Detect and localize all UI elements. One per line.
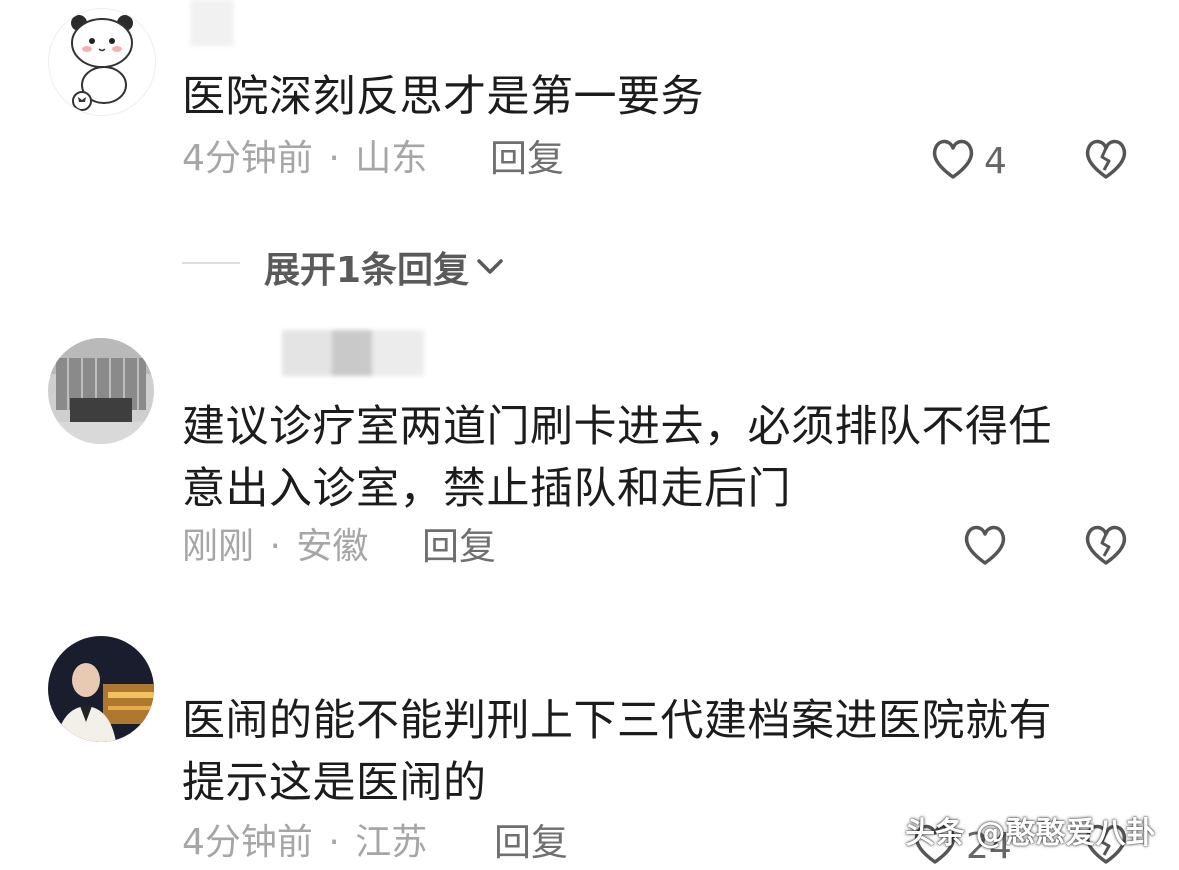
reply-button[interactable]: 回复 [494, 823, 568, 863]
like-button[interactable] [962, 523, 1008, 571]
expand-replies-label: 展开1条回复 [264, 250, 470, 291]
meta-separator: · [328, 822, 340, 863]
comment-time: 刚刚 [182, 526, 255, 567]
comment-text-line: 医闹的能不能判刑上下三代建档案进医院就有 [182, 696, 1052, 746]
avatar-person[interactable] [48, 636, 154, 742]
expand-divider [182, 262, 240, 264]
meta-separator: · [328, 138, 340, 179]
comment-text-line: 建议诊疗室两道门刷卡进去，必须排队不得任 [182, 402, 1052, 452]
comment-text-line: 意出入诊室，禁止插队和走后门 [182, 464, 791, 514]
meta-separator: · [269, 526, 281, 567]
comment-text: 医闹的能不能判刑上下三代建档案进医院就有 提示这是医闹的 [182, 690, 1052, 814]
comment-meta: 刚刚 · 安徽 [182, 527, 368, 567]
watermark: 头条 @憨憨爱八卦 [905, 816, 1156, 851]
comment-time: 4分钟前 [182, 138, 313, 179]
expand-replies-button[interactable]: 展开1条回复 [264, 241, 505, 293]
like-count: 4 [984, 140, 1007, 182]
username-blurred[interactable] [190, 0, 234, 46]
comment-meta: 4分钟前 · 江苏 [182, 823, 427, 863]
username-blurred[interactable] [282, 330, 424, 376]
comment-text: 医院深刻反思才是第一要务 [182, 72, 704, 122]
broken-heart-icon [1083, 525, 1129, 571]
comment-text: 建议诊疗室两道门刷卡进去，必须排队不得任 意出入诊室，禁止插队和走后门 [182, 396, 1052, 520]
broken-heart-icon [1083, 139, 1129, 185]
heart-outline-icon [930, 137, 976, 185]
broken-heart-icon [1083, 824, 1129, 870]
comment-location: 江苏 [355, 822, 428, 863]
comment-meta: 4分钟前 · 山东 [182, 139, 427, 179]
comment-location: 山东 [355, 138, 428, 179]
like-button[interactable]: 4 [930, 137, 1007, 185]
reply-button[interactable]: 回复 [490, 139, 564, 179]
comment-time: 4分钟前 [182, 822, 313, 863]
comment-location: 安徽 [296, 526, 369, 567]
avatar-panda[interactable] [48, 8, 156, 116]
heart-outline-icon [962, 523, 1008, 571]
dislike-button[interactable] [1083, 137, 1129, 185]
avatar-building[interactable] [48, 338, 154, 444]
chevron-down-icon [475, 255, 505, 279]
reply-button[interactable]: 回复 [422, 527, 496, 567]
dislike-button[interactable] [1083, 523, 1129, 571]
comment-text-line: 提示这是医闹的 [182, 758, 487, 808]
